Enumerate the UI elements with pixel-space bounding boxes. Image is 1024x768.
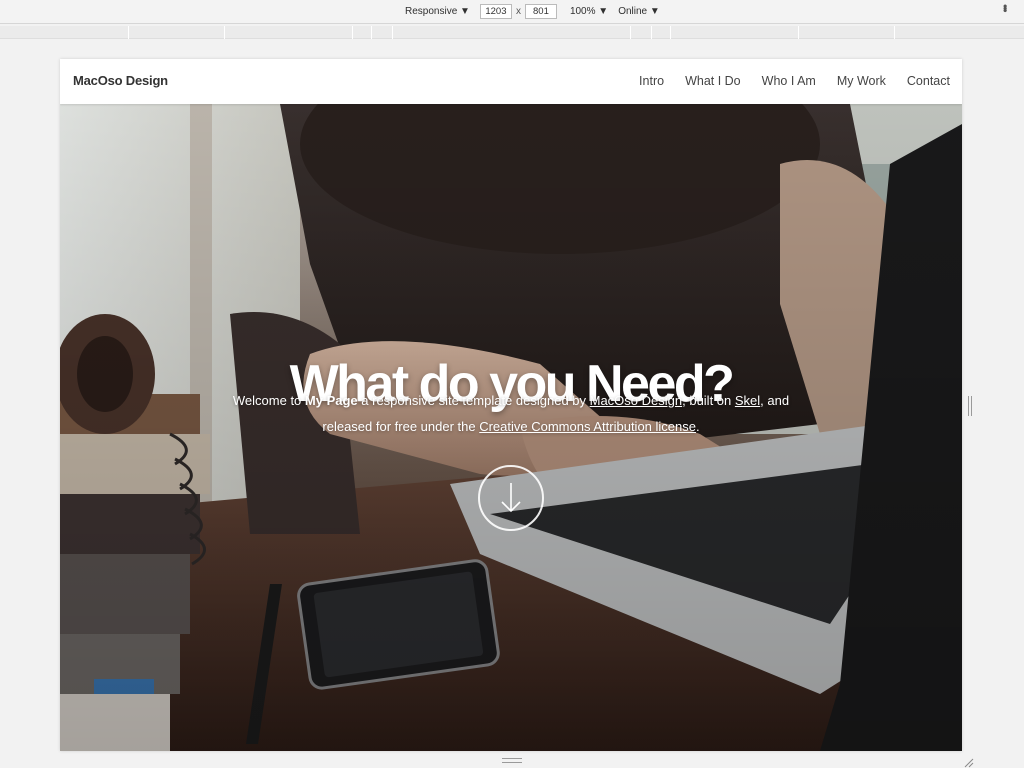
skel-link[interactable]: Skel	[735, 393, 760, 408]
nav-contact[interactable]: Contact	[907, 74, 950, 88]
nav-intro[interactable]: Intro	[639, 74, 664, 88]
kebab-menu-icon[interactable]: •••	[998, 4, 1012, 11]
nav-my-work[interactable]: My Work	[837, 74, 886, 88]
hero-section: What do you Need? Welcome to My Page a r…	[60, 104, 962, 751]
nav-who-i-am[interactable]: Who I Am	[762, 74, 816, 88]
license-link[interactable]: Creative Commons Attribution license	[479, 419, 696, 434]
height-input[interactable]: 801	[524, 4, 557, 19]
hero-intro-text: Welcome to My Page a responsive site tem…	[232, 393, 790, 434]
site-logo[interactable]: MacOso Design	[73, 73, 168, 88]
resize-corner-icon[interactable]	[964, 755, 974, 768]
main-nav: Intro What I Do Who I Am My Work Contact	[618, 74, 950, 88]
width-input[interactable]: 1203	[479, 4, 512, 19]
arrow-down-circle-icon[interactable]	[478, 465, 544, 531]
dimension-separator: x	[515, 6, 521, 17]
device-select[interactable]: Responsive ▼	[405, 6, 470, 17]
resize-handle-bottom[interactable]	[502, 758, 522, 763]
media-query-ruler[interactable]	[0, 26, 1024, 39]
zoom-select[interactable]: 100% ▼	[570, 6, 608, 17]
site-name-bold: My Page	[304, 393, 358, 408]
site-header: MacOso Design Intro What I Do Who I Am M…	[60, 59, 962, 104]
devtools-toolbar: Responsive ▼ 1203 x 801 100% ▼ Online ▼ …	[0, 0, 1024, 24]
device-viewport: MacOso Design Intro What I Do Who I Am M…	[60, 59, 962, 751]
resize-handle-right[interactable]	[968, 396, 972, 416]
device-controls: Responsive ▼ 1203 x 801 100% ▼ Online ▼	[405, 4, 670, 19]
network-throttle-select[interactable]: Online ▼	[618, 6, 660, 17]
macoso-design-link[interactable]: MacOso Design	[590, 393, 682, 408]
nav-what-i-do[interactable]: What I Do	[685, 74, 741, 88]
